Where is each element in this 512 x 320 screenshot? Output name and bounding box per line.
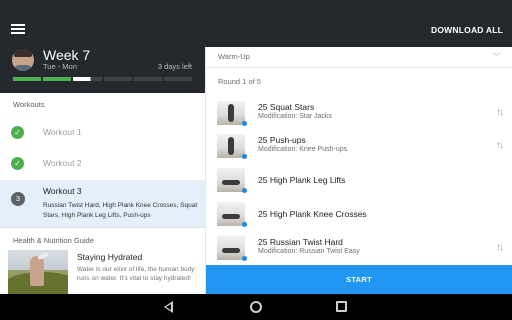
- workouts-panel: Workouts ✓ Workout 1 ✓ Workout 2 3 Worko…: [0, 93, 205, 294]
- workout-label: Workout 3: [43, 186, 82, 196]
- swap-arrows-icon[interactable]: ↑↓: [496, 140, 504, 151]
- workout-item-1[interactable]: ✓ Workout 1: [0, 117, 205, 147]
- system-navigation-bar: [0, 294, 512, 320]
- progress-segment: [73, 77, 102, 81]
- hamburger-menu-icon[interactable]: [11, 24, 25, 34]
- article-description: Water is our elixir of life, the human b…: [77, 266, 195, 282]
- round-label: Round 1 of 5: [218, 77, 261, 86]
- start-button[interactable]: START: [206, 265, 512, 294]
- download-all-button[interactable]: DOWNLOAD ALL: [431, 25, 503, 35]
- week-progress-bar: [13, 77, 193, 81]
- exercise-name: 25 Push-ups: [258, 135, 306, 145]
- exercise-thumbnail: [217, 236, 245, 260]
- workout-item-3-active[interactable]: 3 Workout 3 Russian Twist Hard, High Pla…: [0, 180, 205, 227]
- article-title: Staying Hydrated: [77, 252, 143, 262]
- exercise-row[interactable]: 25 Push-ups Modification: Knee Push-ups …: [206, 132, 512, 162]
- home-icon[interactable]: [250, 301, 262, 313]
- article-image: [8, 250, 68, 294]
- status-dot-icon: [242, 222, 247, 227]
- workout-label: Workout 2: [43, 158, 82, 168]
- exercise-name: 25 High Plank Leg Lifts: [258, 175, 346, 185]
- exercise-row[interactable]: 25 Squat Stars Modification: Star Jacks …: [206, 99, 512, 129]
- exercise-name: 25 High Plank Knee Crosses: [258, 209, 367, 219]
- program-header: Week 7 Tue - Mon 3 days left: [0, 47, 205, 93]
- swap-arrows-icon[interactable]: ↑↓: [496, 107, 504, 118]
- check-circle-icon: ✓: [11, 157, 24, 170]
- week-days: Tue - Mon: [43, 62, 77, 71]
- exercise-name: 25 Squat Stars: [258, 102, 315, 112]
- guide-section-label: Health & Nutrition Guide: [13, 236, 94, 245]
- progress-segment: [133, 77, 162, 81]
- exercise-row[interactable]: 25 Russian Twist Hard Modification: Russ…: [206, 234, 512, 264]
- workout-number-badge: 3: [11, 192, 25, 206]
- chevron-down-icon[interactable]: ﹀: [493, 52, 500, 62]
- exercise-name: 25 Russian Twist Hard: [258, 237, 343, 247]
- exercise-thumbnail: [217, 202, 245, 226]
- exercise-thumbnail: [217, 134, 245, 158]
- workout-label: Workout 1: [43, 127, 82, 137]
- swap-arrows-icon[interactable]: ↑↓: [496, 242, 504, 253]
- week-title: Week 7: [43, 47, 91, 63]
- workout-item-2[interactable]: ✓ Workout 2: [0, 148, 205, 178]
- recent-apps-icon[interactable]: [336, 301, 347, 312]
- app-bar: DOWNLOAD ALL: [0, 0, 512, 47]
- workout-description: Russian Twist Hard, High Plank Knee Cros…: [43, 202, 198, 219]
- exercise-modification: Modification: Russian Twist Easy: [258, 248, 360, 255]
- workouts-section-label: Workouts: [13, 100, 45, 109]
- exercise-row[interactable]: 25 High Plank Knee Crosses: [206, 200, 512, 230]
- warmup-label[interactable]: Warm-Up: [218, 52, 250, 61]
- check-circle-icon: ✓: [11, 126, 24, 139]
- divider: [206, 67, 512, 68]
- exercise-thumbnail: [217, 101, 245, 125]
- circuit-panel: Warm-Up ﹀ Round 1 of 5 25 Squat Stars Mo…: [206, 47, 512, 265]
- guide-article-card[interactable]: Staying Hydrated Water is our elixir of …: [0, 250, 205, 294]
- exercise-modification: Modification: Star Jacks: [258, 113, 332, 120]
- days-left: 3 days left: [157, 62, 192, 71]
- progress-segment: [13, 77, 42, 81]
- exercise-thumbnail: [217, 168, 245, 192]
- exercise-row[interactable]: 25 High Plank Leg Lifts: [206, 166, 512, 196]
- avatar[interactable]: [12, 49, 34, 71]
- status-dot-icon: [242, 188, 247, 193]
- status-dot-icon: [242, 256, 247, 261]
- progress-segment: [163, 77, 193, 81]
- divider: [0, 227, 205, 228]
- progress-segment: [43, 77, 72, 81]
- exercise-modification: Modification: Knee Push-ups: [258, 146, 348, 153]
- status-dot-icon: [242, 121, 247, 126]
- progress-segment: [103, 77, 132, 81]
- status-dot-icon: [242, 154, 247, 159]
- back-icon[interactable]: [164, 301, 173, 313]
